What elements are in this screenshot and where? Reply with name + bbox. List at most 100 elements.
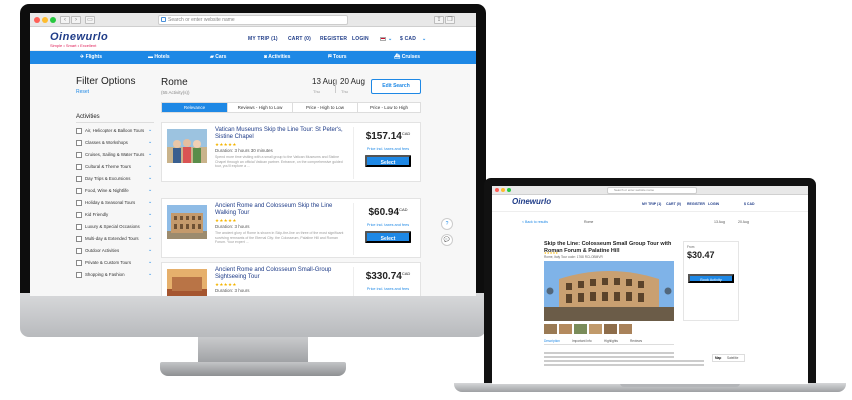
forward-icon[interactable]: ›	[71, 16, 81, 24]
url-bar[interactable]: Search or enter website name	[158, 15, 348, 25]
checkbox[interactable]	[76, 164, 82, 170]
chevron-down-icon[interactable]: ⌄	[148, 247, 152, 253]
gallery-thumbnail[interactable]	[619, 324, 632, 334]
chevron-down-icon[interactable]: ⌄	[148, 127, 152, 133]
tabs-icon[interactable]: ❐	[445, 16, 455, 24]
checkbox[interactable]	[76, 248, 82, 254]
price-note[interactable]: Price incl. taxes and fees	[358, 147, 418, 151]
tab-reviews[interactable]: Reviews	[630, 339, 642, 343]
tab-cruises[interactable]: ⛴ Cruises	[394, 54, 420, 60]
map-tab[interactable]: Map	[715, 356, 721, 360]
book-activity-button[interactable]: Book Activity	[688, 274, 734, 283]
chat-icon[interactable]: 💬	[441, 234, 453, 246]
tab-hotels[interactable]: ▬ Hotels	[148, 54, 170, 60]
checkbox[interactable]	[76, 188, 82, 194]
url-bar[interactable]: Search or enter website name	[607, 187, 697, 194]
filter-item[interactable]: Private & Custom Tours ⌄	[76, 259, 156, 268]
gallery-thumbnail[interactable]	[559, 324, 572, 334]
filter-item[interactable]: Cultural & Theme Tours ⌄	[76, 163, 156, 172]
date-from[interactable]: 13 Aug	[312, 77, 337, 86]
checkbox[interactable]	[76, 236, 82, 242]
site-logo[interactable]: Oinewurlo	[512, 197, 551, 206]
nav-register[interactable]: REGISTER	[687, 202, 705, 206]
chevron-down-icon[interactable]: ⌄	[422, 36, 426, 42]
maximize-dot[interactable]	[507, 188, 511, 192]
tab-activities[interactable]: ◙ Activities	[264, 54, 290, 60]
gallery-thumbnail[interactable]	[544, 324, 557, 334]
gallery-thumbnail[interactable]	[604, 324, 617, 334]
checkbox[interactable]	[76, 140, 82, 146]
tab-tours[interactable]: ⛿ Tours	[328, 54, 347, 60]
date-to[interactable]: 20 Aug	[340, 77, 365, 86]
filter-item[interactable]: Shopping & Fashion ⌄	[76, 271, 156, 280]
chevron-down-icon[interactable]: ⌄	[148, 259, 152, 265]
filter-item[interactable]: Classes & Workshops ⌄	[76, 139, 156, 148]
checkbox[interactable]	[76, 260, 82, 266]
gallery-thumbnail[interactable]	[574, 324, 587, 334]
sort-price-low[interactable]: Price - Low to High	[357, 103, 420, 112]
share-icon[interactable]: ⇪	[434, 16, 444, 24]
chevron-down-icon[interactable]: ⌄	[388, 36, 392, 42]
filter-item[interactable]: Cruises, Sailing & Water Tours ⌄	[76, 151, 156, 160]
price-note[interactable]: Price incl. taxes and fees	[358, 287, 418, 291]
result-title[interactable]: Ancient Rome and Colosseum Small-Group S…	[215, 267, 355, 281]
filter-item[interactable]: Food, Wine & Nightlife ⌄	[76, 187, 156, 196]
sort-reviews[interactable]: Reviews - High to Low	[227, 103, 292, 112]
sidebar-icon[interactable]: ▭	[85, 16, 95, 24]
gallery-thumbnail[interactable]	[589, 324, 602, 334]
sort-relevance[interactable]: Relevance	[162, 103, 227, 112]
chevron-down-icon[interactable]: ⌄	[148, 151, 152, 157]
site-logo[interactable]: Oinewurlo	[50, 31, 108, 43]
nav-register[interactable]: REGISTER	[320, 36, 347, 42]
result-title[interactable]: Ancient Rome and Colosseum Skip the Line…	[215, 203, 355, 217]
close-dot[interactable]	[495, 188, 499, 192]
chevron-down-icon[interactable]: ⌄	[148, 211, 152, 217]
checkbox[interactable]	[76, 212, 82, 218]
language-flag-icon[interactable]	[380, 37, 386, 41]
chevron-down-icon[interactable]: ⌄	[148, 223, 152, 229]
edit-search-button[interactable]: Edit Search	[371, 79, 421, 94]
filter-item[interactable]: Multi-day & Extended Tours ⌄	[76, 235, 156, 244]
tab-important-info[interactable]: Important Info	[572, 339, 592, 343]
filter-item[interactable]: Day Trips & Excursions ⌄	[76, 175, 156, 184]
result-card[interactable]: Ancient Rome and Colosseum Small-Group S…	[161, 262, 421, 296]
checkbox[interactable]	[76, 272, 82, 278]
back-icon[interactable]: ‹	[60, 16, 70, 24]
sort-price-high[interactable]: Price - High to Low	[292, 103, 357, 112]
chevron-down-icon[interactable]: ⌄	[148, 235, 152, 241]
filter-item[interactable]: Holiday & Seasonal Tours ⌄	[76, 199, 156, 208]
currency-selector[interactable]: $ CAD	[744, 202, 755, 206]
filter-item[interactable]: Luxury & Special Occasions ⌄	[76, 223, 156, 232]
help-icon[interactable]: ?	[441, 218, 453, 230]
tab-flights[interactable]: ✈ Flights	[80, 54, 102, 60]
chevron-down-icon[interactable]: ⌄	[148, 271, 152, 277]
maximize-dot[interactable]	[50, 17, 56, 23]
result-photo[interactable]	[167, 129, 207, 163]
checkbox[interactable]	[76, 152, 82, 158]
nav-my-trip[interactable]: MY TRIP (1)	[642, 202, 661, 206]
result-card[interactable]: Vatican Museums Skip the Line Tour: St P…	[161, 122, 421, 182]
filter-item[interactable]: Air, Helicopter & Balloon Tours ⌄	[76, 127, 156, 136]
nav-my-trip[interactable]: MY TRIP (1)	[248, 36, 278, 42]
close-dot[interactable]	[34, 17, 40, 23]
reset-link[interactable]: Reset	[76, 89, 89, 95]
nav-login[interactable]: LOGIN	[708, 202, 719, 206]
back-link[interactable]: < Back to results	[522, 220, 548, 224]
select-button[interactable]: Select	[365, 155, 411, 167]
date-to[interactable]: 20 Aug	[738, 220, 749, 224]
chevron-down-icon[interactable]: ⌄	[148, 199, 152, 205]
date-from[interactable]: 13 Aug	[714, 220, 725, 224]
chevron-down-icon[interactable]: ⌄	[148, 175, 152, 181]
nav-cart[interactable]: CART (0)	[288, 36, 311, 42]
chevron-down-icon[interactable]: ⌄	[148, 187, 152, 193]
currency-selector[interactable]: $ CAD	[400, 36, 416, 42]
chevron-down-icon[interactable]: ⌄	[148, 163, 152, 169]
checkbox[interactable]	[76, 128, 82, 134]
filter-item[interactable]: Kid Friendly ⌄	[76, 211, 156, 220]
filter-item[interactable]: Outdoor Activities ⌄	[76, 247, 156, 256]
minimize-dot[interactable]	[42, 17, 48, 23]
activity-photo[interactable]	[544, 261, 674, 321]
tab-description[interactable]: Description	[544, 339, 560, 343]
result-photo[interactable]	[167, 205, 207, 239]
chevron-down-icon[interactable]: ⌄	[148, 139, 152, 145]
